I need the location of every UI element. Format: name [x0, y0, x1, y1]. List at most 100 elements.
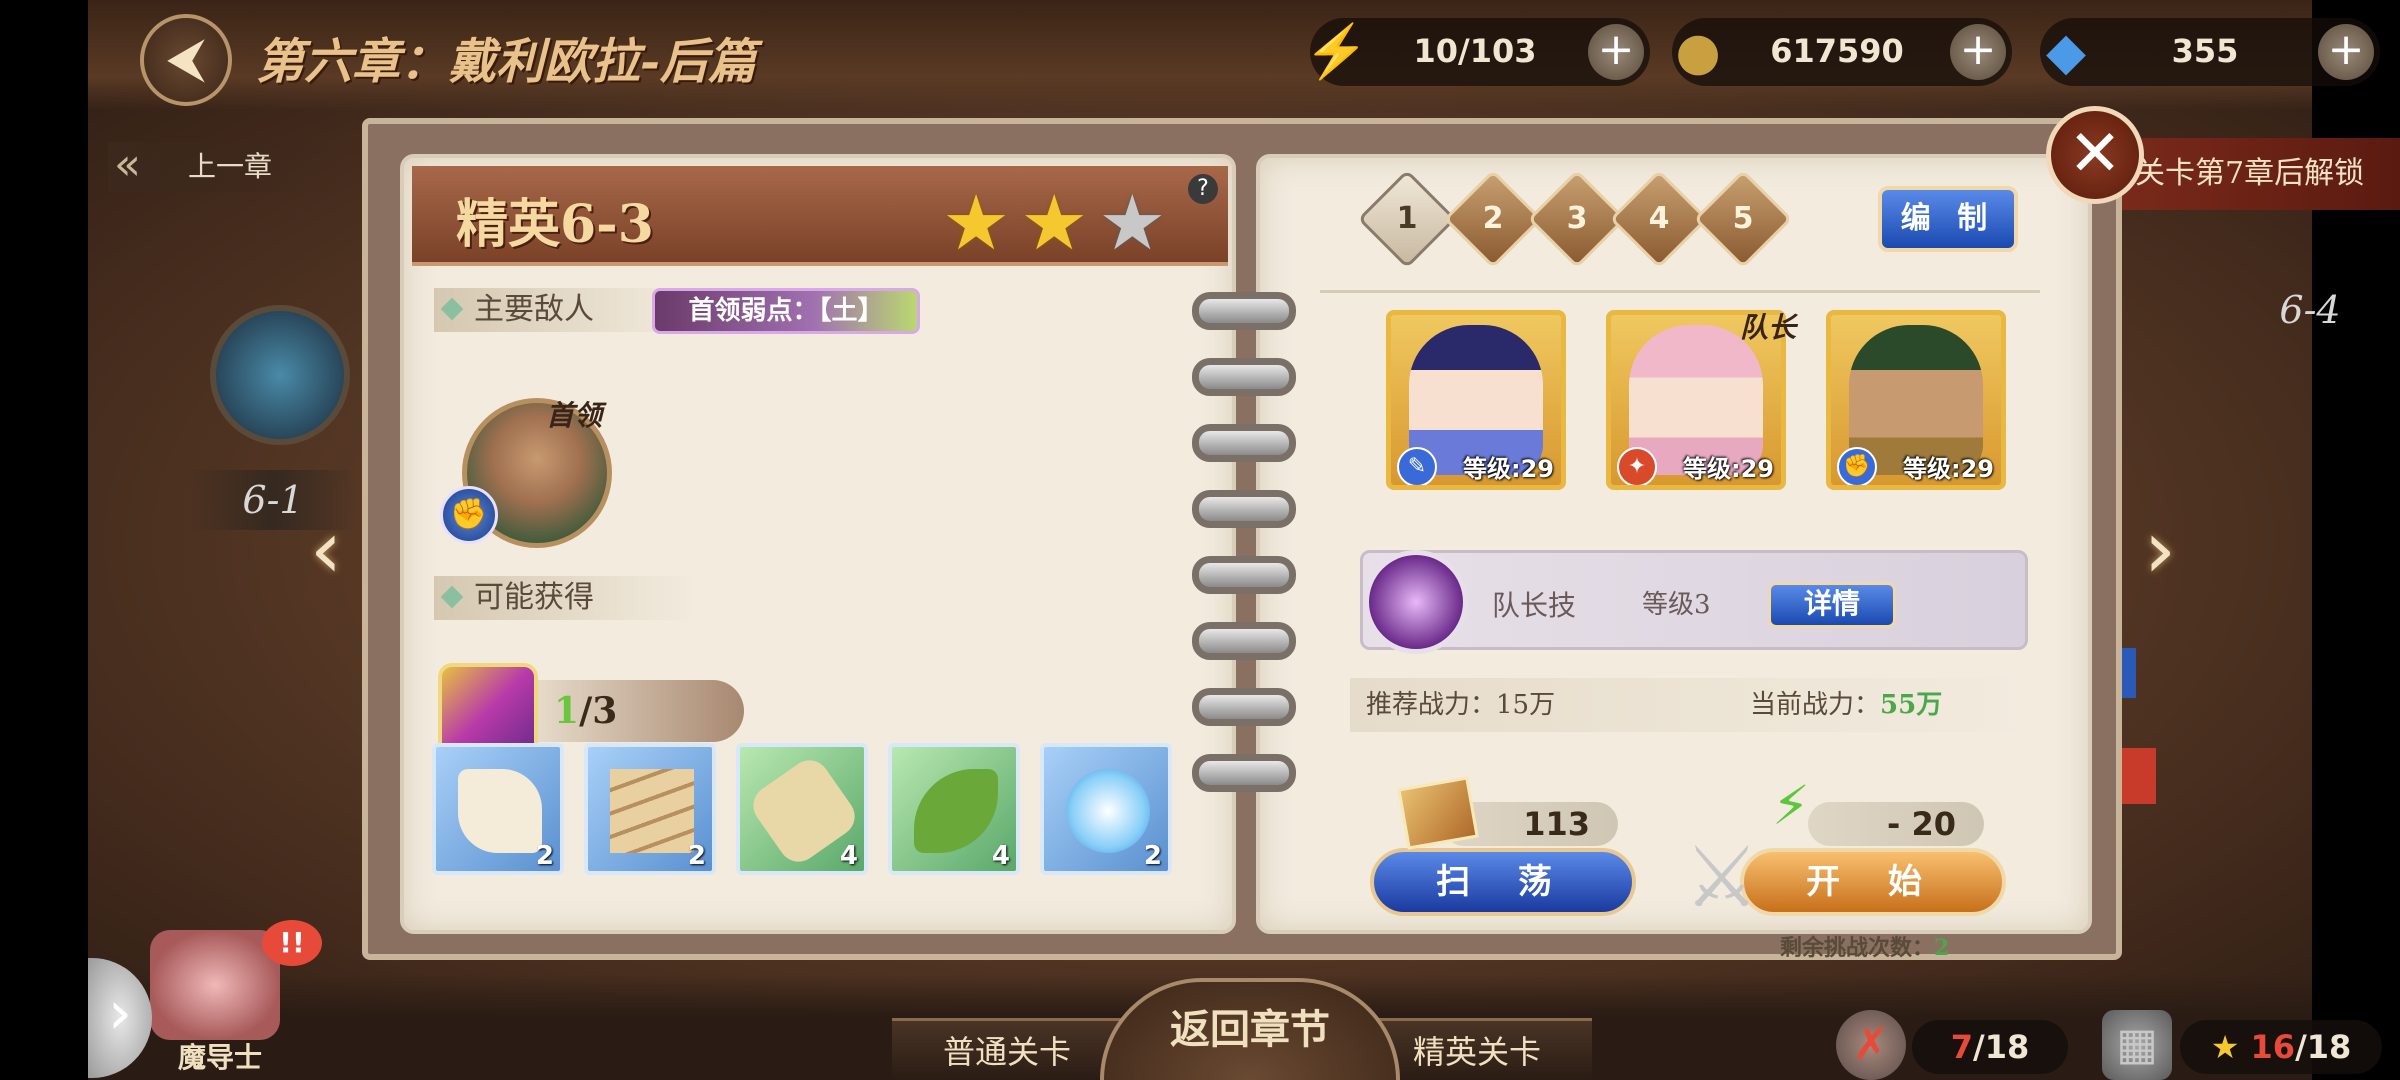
boss-weakness-badge: 首领弱点：【土】	[652, 288, 920, 334]
team-slot-1[interactable]: 1	[1357, 169, 1457, 269]
left-letterbox	[0, 0, 88, 1080]
divider	[1320, 290, 2040, 293]
fire-element-icon: ✦	[1617, 447, 1657, 485]
prev-chapter-button[interactable]: « 上一章	[108, 139, 338, 192]
chest-progress-current: 1	[554, 690, 580, 732]
planks-icon	[610, 769, 694, 853]
chest-progress-total: /3	[579, 690, 618, 732]
star-empty-icon: ★	[1098, 178, 1177, 267]
prev-chapter-label: 上一章	[188, 150, 273, 183]
edit-team-button[interactable]: 编 制	[1878, 186, 2018, 252]
hero-level: 等级:29	[1683, 455, 1774, 483]
add-gold-button[interactable]: +	[1950, 24, 2006, 80]
sweep-button[interactable]: 扫 荡	[1370, 848, 1636, 916]
tab-normal-stages[interactable]: 普通关卡	[892, 1018, 1122, 1080]
leader-skill-label: 队长技	[1492, 589, 1577, 622]
stamina-resource: ⚡ 10/103 +	[1304, 18, 1650, 86]
star-progress-counter: ★ 16/18	[2180, 1020, 2382, 1074]
hero-level: 等级:29	[1903, 455, 1994, 483]
gold-value: 617590	[1770, 32, 1904, 70]
drop-green-hat[interactable]: 4	[888, 743, 1020, 875]
star-filled-icon: ★	[942, 178, 1021, 267]
remaining-attempts: 剩余挑战次数：2	[1780, 935, 1950, 961]
treasure-chest-icon[interactable]: ▦	[2102, 1010, 2172, 1080]
stage-node-right-label: 6-4	[2279, 288, 2341, 332]
boss-tag: 首领	[546, 399, 603, 432]
star-filled-icon: ★	[1020, 178, 1099, 267]
star-icon: ★	[2210, 1028, 2251, 1066]
recommended-power: 推荐战力：15万	[1366, 690, 1556, 720]
hero-card-juvia[interactable]: ✎ 等级:29	[1386, 310, 1566, 490]
double-chevron-left-icon: «	[114, 139, 141, 190]
hero-card-boss-ally[interactable]: ✊ 等级:29	[1826, 310, 2006, 490]
binder-ring	[1192, 688, 1296, 726]
crossed-swords-icon: ⚔	[1684, 828, 1760, 926]
blue-gem-icon: ◆	[2046, 22, 2086, 82]
leader-tag: 队长	[1740, 311, 1797, 344]
add-stamina-button[interactable]: +	[1588, 24, 1644, 80]
hero-level: 等级:29	[1463, 455, 1554, 483]
diamond-bullet-icon	[440, 297, 464, 321]
gold-coin-icon: ●	[1675, 22, 1721, 82]
team-slot-4[interactable]: 4	[1609, 169, 1709, 269]
skill-detail-button[interactable]: 详情	[1768, 582, 1896, 628]
crystal-icon	[1066, 769, 1150, 853]
sweep-ticket-icon	[1397, 776, 1479, 850]
chevron-right-icon: ›	[108, 978, 132, 1048]
stamina-value: 10/103	[1413, 32, 1537, 70]
back-button[interactable]: ⮜	[140, 14, 232, 106]
normal-progress-counter: 7/18	[1912, 1020, 2068, 1074]
stage-info-page: 精英6-3 ★★★ ? 主要敌人 首领弱点：【土】 首领 ✊ 可能获得 1/3	[400, 154, 1236, 934]
lock-notice-banner: 关卡第7章后解锁	[2115, 138, 2400, 210]
binder-ring	[1192, 754, 1296, 792]
drop-parchment-scroll[interactable]: 4	[736, 743, 868, 875]
rewards-section-label: 可能获得	[434, 576, 694, 620]
stage-stars: ★★★	[942, 178, 1176, 267]
fist-element-icon: ✊	[1837, 447, 1877, 485]
binder-ring	[1192, 424, 1296, 462]
team-slot-2[interactable]: 2	[1443, 169, 1543, 269]
hat-icon	[914, 769, 998, 853]
drop-cloth-scroll[interactable]: 2	[432, 743, 564, 875]
close-button[interactable]: ✕	[2046, 106, 2144, 204]
prev-stage-arrow-icon[interactable]: ‹	[296, 500, 356, 600]
chest-progress: 1/3	[504, 680, 744, 742]
fist-element-icon: ✊	[440, 486, 498, 544]
stage-node-left[interactable]	[210, 305, 350, 445]
game-scene: ⮜ 第六章：戴利欧拉-后篇 ⚡ 10/103 + ● 617590 + ◆ 35…	[0, 0, 2400, 1080]
binder-ring	[1192, 622, 1296, 660]
leader-skill-level: 等级3	[1642, 590, 1711, 620]
stage-dialog: 精英6-3 ★★★ ? 主要敌人 首领弱点：【土】 首领 ✊ 可能获得 1/3	[362, 118, 2122, 961]
back-arrow-icon: ⮜	[166, 26, 206, 89]
binder-ring	[1192, 490, 1296, 528]
start-battle-button[interactable]: 开 始	[1740, 848, 2006, 916]
sword-token-icon: ✗	[1836, 1010, 1906, 1080]
help-icon[interactable]: ?	[1188, 174, 1218, 204]
leader-skill-icon	[1364, 550, 1468, 654]
stage-name: 精英6-3	[456, 194, 654, 255]
stamina-cost: - 20	[1808, 802, 1984, 846]
binder-ring	[1192, 292, 1296, 330]
gold-resource: ● 617590 +	[1672, 18, 2012, 86]
chapter-title: 第六章：戴利欧拉-后篇	[256, 34, 756, 90]
next-stage-arrow-icon[interactable]: ›	[2130, 500, 2190, 600]
stamina-bolt-icon: ⚡	[1772, 774, 1810, 837]
current-power: 当前战力：55万	[1750, 690, 1943, 720]
add-gem-button[interactable]: +	[2318, 24, 2374, 80]
binder-ring	[1192, 358, 1296, 396]
close-icon: ✕	[2068, 117, 2122, 191]
cloth-icon	[458, 769, 542, 853]
gem-value: 355	[2171, 32, 2239, 70]
team-page: 1 2 3 4 5 编 制 ✎ 等级:29 ✦ 等级:29 队长 ✊ 等级:29	[1256, 154, 2092, 961]
alert-badge: !!	[262, 920, 322, 966]
binder-ring	[1192, 556, 1296, 594]
stamina-bolt-icon: ⚡	[1304, 22, 1369, 82]
drop-wood-planks[interactable]: 2	[584, 743, 716, 875]
mage-avatar[interactable]	[150, 930, 280, 1040]
stage-header: 精英6-3 ★★★ ?	[412, 166, 1228, 267]
water-element-icon: ✎	[1397, 447, 1437, 485]
drop-ice-crystal[interactable]: 2	[1040, 743, 1172, 875]
power-row: 推荐战力：15万 当前战力：55万	[1350, 678, 2030, 732]
team-slot-5[interactable]: 5	[1693, 169, 1793, 269]
gem-resource: ◆ 355 +	[2040, 18, 2380, 86]
